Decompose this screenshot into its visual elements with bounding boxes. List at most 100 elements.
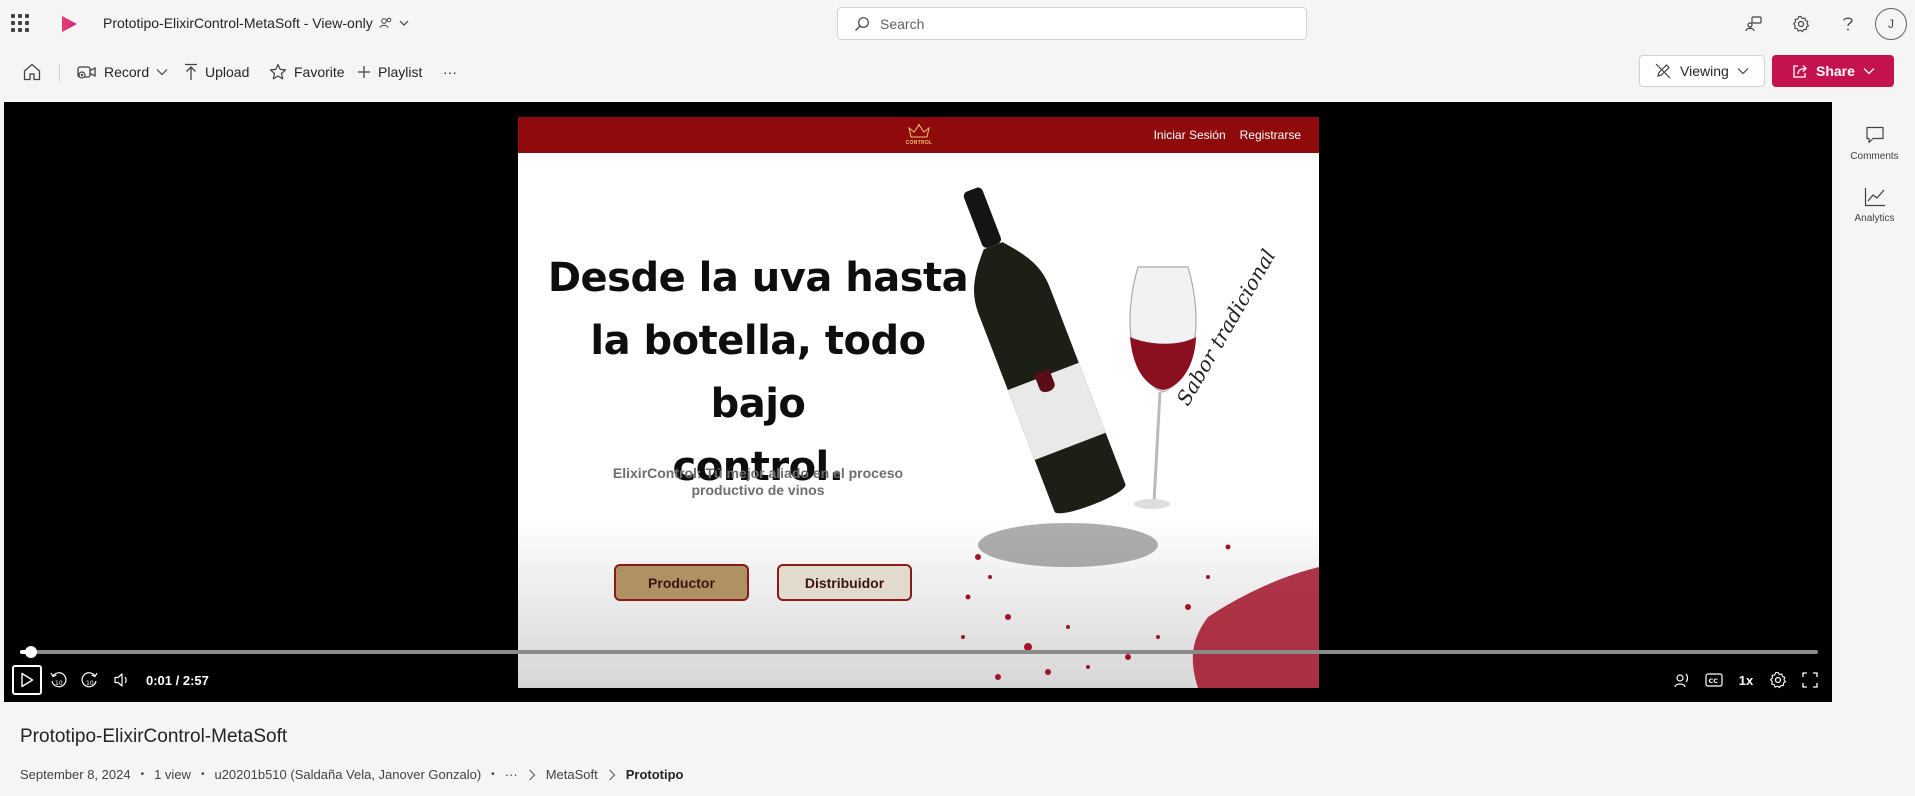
command-bar: Record Upload Favorite Playlist ··· View… (0, 52, 1915, 92)
search-icon (854, 16, 870, 32)
breadcrumb-more-button[interactable]: ··· (505, 767, 518, 782)
separator-dot: • (140, 769, 145, 780)
player-settings-button[interactable] (1762, 665, 1794, 695)
shared-people-icon (379, 17, 393, 29)
upload-date: September 8, 2024 (20, 767, 131, 782)
separator-dot: • (491, 769, 495, 780)
wine-illustration: Sabor tradicional (961, 187, 1319, 688)
playback-speed-button[interactable]: 1x (1730, 665, 1762, 695)
site-register-link: Registrarse (1239, 128, 1301, 142)
divider (59, 64, 60, 82)
headline-line: la botella, todo bajo (590, 318, 926, 427)
chevron-down-icon (156, 68, 168, 76)
upload-icon (184, 63, 198, 81)
star-icon (269, 63, 287, 81)
breadcrumb-prototipo[interactable]: Prototipo (626, 767, 684, 782)
forward-10-button[interactable]: 10 (74, 665, 106, 695)
speed-label: 1x (1738, 672, 1754, 688)
upload-label: Upload (205, 64, 250, 80)
settings-icon (1769, 671, 1787, 689)
video-headline: Desde la uva hasta la botella, todo bajo… (538, 247, 978, 499)
video-frame: CONTROL Iniciar Sesión Registrarse Desde… (518, 117, 1319, 688)
playlist-button[interactable]: Playlist (357, 60, 422, 84)
share-button[interactable]: Share (1772, 55, 1894, 87)
comment-icon (1865, 125, 1885, 145)
favorite-button[interactable]: Favorite (269, 60, 345, 84)
feedback-icon[interactable] (1730, 0, 1777, 47)
site-login-link: Iniciar Sesión (1153, 128, 1226, 142)
player-controls-right: CC 1x (1666, 665, 1826, 695)
share-icon (1792, 64, 1808, 78)
separator-dot: • (200, 769, 205, 780)
video-title: Prototipo-ElixirControl-MetaSoft (20, 726, 288, 747)
top-bar: Prototipo-ElixirControl-MetaSoft - View-… (0, 0, 1915, 47)
fullscreen-button[interactable] (1794, 665, 1826, 695)
headline-line: Desde la uva hasta (547, 255, 969, 301)
chevron-down-icon (1737, 67, 1749, 75)
captions-button[interactable]: CC (1698, 665, 1730, 695)
tagline-line: ElixirControl: Tú mejor aliado en el pro… (612, 465, 904, 481)
more-options-button[interactable]: ··· (443, 60, 457, 84)
record-label: Record (104, 64, 150, 80)
search-input[interactable]: Search (880, 16, 924, 32)
chevron-down-icon (1863, 67, 1875, 75)
favorite-label: Favorite (294, 64, 345, 80)
play-button[interactable] (12, 665, 42, 695)
video-player[interactable]: CONTROL Iniciar Sesión Registrarse Desde… (4, 102, 1832, 702)
more-icon: ··· (443, 64, 457, 80)
player-controls-left: 10 10 0:01 / 2:57 (12, 665, 209, 695)
progress-handle[interactable] (24, 646, 37, 658)
search-box[interactable]: Search (837, 7, 1307, 40)
frame-distributor-button: Distribuidor (777, 564, 912, 601)
right-rail: Comments Analytics (1836, 112, 1913, 236)
document-title[interactable]: Prototipo-ElixirControl-MetaSoft - View-… (103, 15, 409, 31)
chevron-right-icon (528, 769, 536, 781)
chevron-down-icon[interactable] (399, 19, 409, 27)
tagline-line: productivo de vinos (691, 482, 825, 498)
analytics-button[interactable]: Analytics (1836, 174, 1913, 236)
site-logo-text: CONTROL (905, 140, 933, 146)
svg-text:10: 10 (55, 680, 63, 687)
home-button[interactable] (22, 60, 42, 84)
pencil-off-icon (1654, 62, 1672, 80)
rewind-10-button[interactable]: 10 (42, 665, 74, 695)
analytics-icon (1864, 187, 1886, 207)
avatar-initial: J (1888, 16, 1894, 31)
playlist-label: Playlist (378, 64, 423, 80)
help-icon[interactable] (1824, 0, 1871, 47)
viewing-mode-button[interactable]: Viewing (1639, 55, 1765, 87)
site-nav-links: Iniciar Sesión Registrarse (1154, 128, 1301, 142)
frame-producer-button: Productor (614, 564, 749, 601)
audio-description-button[interactable] (1666, 665, 1698, 695)
view-count: 1 view (154, 767, 191, 782)
avatar[interactable]: J (1875, 7, 1907, 40)
waffle-icon[interactable] (11, 14, 29, 32)
play-icon (20, 672, 34, 688)
time-display: 0:01 / 2:57 (146, 672, 209, 688)
owner-name[interactable]: u20201b510 (Saldaña Vela, Janover Gonzal… (214, 767, 481, 782)
share-label: Share (1816, 63, 1855, 79)
comments-button[interactable]: Comments (1836, 112, 1913, 174)
rewind-10-icon: 10 (49, 671, 67, 689)
upload-button[interactable]: Upload (184, 60, 249, 84)
captions-icon: CC (1705, 673, 1723, 687)
breadcrumb-metasoft[interactable]: MetaSoft (546, 767, 598, 782)
record-button[interactable]: Record (77, 60, 168, 84)
record-icon (77, 64, 97, 80)
audio-description-icon (1673, 671, 1691, 689)
plus-icon (357, 65, 371, 79)
video-metadata: September 8, 2024 • 1 view • u20201b510 … (20, 767, 683, 782)
progress-bar[interactable] (20, 646, 1818, 658)
site-logo: CONTROL (901, 121, 937, 149)
volume-button[interactable] (106, 665, 138, 695)
viewing-label: Viewing (1680, 63, 1729, 79)
forward-10-icon: 10 (81, 671, 99, 689)
analytics-label: Analytics (1854, 212, 1895, 224)
svg-text:CC: CC (1709, 677, 1719, 685)
video-tagline: ElixirControl: Tú mejor aliado en el pro… (608, 465, 908, 499)
document-title-text: Prototipo-ElixirControl-MetaSoft - View-… (103, 15, 373, 31)
settings-icon[interactable] (1777, 0, 1824, 47)
chevron-right-icon (608, 769, 616, 781)
stream-logo-icon[interactable] (58, 13, 80, 35)
volume-icon (113, 672, 131, 688)
